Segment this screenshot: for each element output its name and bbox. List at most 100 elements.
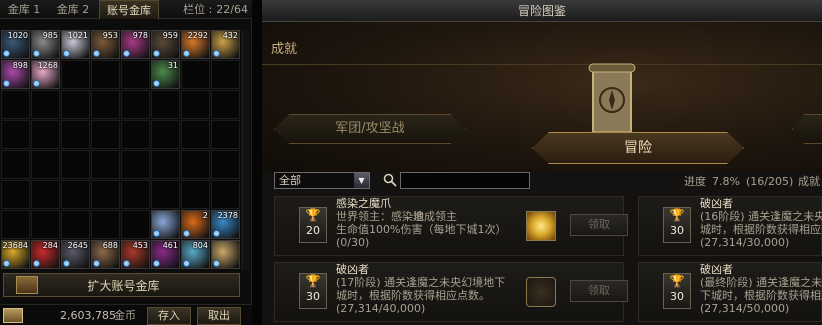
chevron-down-icon[interactable]: ▼ xyxy=(354,173,369,188)
claim-button[interactable]: 领取 xyxy=(570,280,628,302)
adventure-codex-window: 冒险图鉴 成就 军团/攻坚战 冒险 全部 ▼ 进度 7.8% (16/205) 成就… xyxy=(262,0,822,325)
storage-item[interactable]: 804 xyxy=(181,240,210,269)
deposit-button[interactable]: 存入 xyxy=(147,307,191,325)
achievement-desc-b: 造成领主 xyxy=(413,210,457,223)
storage-slot[interactable] xyxy=(151,150,180,179)
storage-item[interactable]: 453 xyxy=(121,240,150,269)
storage-slot[interactable] xyxy=(1,180,30,209)
storage-slot[interactable] xyxy=(91,90,120,119)
storage-item[interactable]: 898 xyxy=(1,60,30,89)
storage-slot[interactable] xyxy=(31,180,60,209)
storage-item[interactable]: 985 xyxy=(31,30,60,59)
storage-slot[interactable] xyxy=(91,180,120,209)
storage-item[interactable]: 1268 xyxy=(31,60,60,89)
achievement-progress: (27,314/30,000) xyxy=(700,236,790,249)
bind-lock-icon xyxy=(183,230,190,237)
storage-scrollbar[interactable] xyxy=(242,30,250,270)
tab-storage-1[interactable]: 金库 1 xyxy=(2,0,46,19)
storage-slot[interactable] xyxy=(61,210,90,239)
achievement-desc-line1: (16阶段) 通关逢魔之未央幻 xyxy=(700,210,822,223)
storage-slot[interactable] xyxy=(181,180,210,209)
storage-slot[interactable] xyxy=(151,180,180,209)
storage-slot[interactable] xyxy=(1,210,30,239)
reward-item-icon[interactable] xyxy=(526,211,556,241)
storage-item[interactable]: 432 xyxy=(211,30,240,59)
storage-item[interactable]: 1021 xyxy=(61,30,90,59)
storage-item[interactable] xyxy=(151,210,180,239)
storage-slot[interactable] xyxy=(211,60,240,89)
storage-slot[interactable] xyxy=(61,180,90,209)
storage-slot[interactable] xyxy=(1,90,30,119)
item-count: 284 xyxy=(42,241,58,250)
category-select[interactable]: 全部 ▼ xyxy=(274,172,370,189)
storage-slot[interactable] xyxy=(151,120,180,149)
storage-item[interactable]: 953 xyxy=(91,30,120,59)
tab-adventure[interactable]: 冒险 xyxy=(532,132,744,164)
storage-slot[interactable] xyxy=(121,120,150,149)
storage-item[interactable]: 284 xyxy=(31,240,60,269)
achievement-card: 🏆 30 破凶者 (最终阶段) 通关逢魔之未央 下城时，根据阶数获得相应 (27… xyxy=(638,262,822,322)
storage-item[interactable]: 1020 xyxy=(1,30,30,59)
achievement-desc-line2: 城时，根据阶数获得相应点数。 xyxy=(336,289,490,302)
gold-bar: 2,603,785 金币 存入 取出 xyxy=(0,304,252,325)
storage-slot[interactable] xyxy=(31,150,60,179)
storage-slot[interactable] xyxy=(121,150,150,179)
storage-slot[interactable] xyxy=(121,60,150,89)
storage-slot[interactable] xyxy=(121,210,150,239)
slot-counter-label: 栏位 : xyxy=(183,3,213,16)
storage-slot[interactable] xyxy=(31,90,60,119)
storage-slot[interactable] xyxy=(151,90,180,119)
storage-slot[interactable] xyxy=(91,210,120,239)
item-count: 2292 xyxy=(187,31,208,40)
storage-item[interactable]: 2 xyxy=(181,210,210,239)
item-count: 461 xyxy=(162,241,178,250)
bind-lock-icon xyxy=(123,260,130,267)
storage-slot[interactable] xyxy=(181,120,210,149)
storage-slot[interactable] xyxy=(61,150,90,179)
storage-item[interactable]: 2378 xyxy=(211,210,240,239)
bind-lock-icon xyxy=(33,80,40,87)
storage-item[interactable]: 688 xyxy=(91,240,120,269)
item-count: 1020 xyxy=(7,31,28,40)
search-input[interactable] xyxy=(400,172,530,189)
tab-next[interactable] xyxy=(792,114,822,144)
storage-slot[interactable] xyxy=(211,90,240,119)
storage-slot[interactable] xyxy=(211,180,240,209)
reward-item-icon[interactable] xyxy=(526,277,556,307)
storage-slot[interactable] xyxy=(31,120,60,149)
storage-slot[interactable] xyxy=(1,150,30,179)
tab-guild-siege[interactable]: 军团/攻坚战 xyxy=(274,114,466,144)
section-divider xyxy=(262,64,822,65)
storage-item[interactable]: 461 xyxy=(151,240,180,269)
storage-slot[interactable] xyxy=(61,90,90,119)
storage-slot[interactable] xyxy=(181,60,210,89)
storage-item[interactable]: 2645 xyxy=(61,240,90,269)
storage-slot[interactable] xyxy=(181,90,210,119)
storage-slot[interactable] xyxy=(91,120,120,149)
storage-item[interactable]: 31 xyxy=(151,60,180,89)
storage-slot[interactable] xyxy=(1,120,30,149)
tab-storage-2[interactable]: 金库 2 xyxy=(50,0,96,19)
storage-item[interactable]: 23684 xyxy=(1,240,30,269)
tab-account-storage[interactable]: 账号金库 xyxy=(99,0,159,19)
scroll-compass-icon xyxy=(588,63,636,141)
storage-slot[interactable] xyxy=(91,150,120,179)
storage-slot[interactable] xyxy=(91,60,120,89)
storage-slot[interactable] xyxy=(61,60,90,89)
withdraw-button[interactable]: 取出 xyxy=(197,307,241,325)
storage-item[interactable]: 2292 xyxy=(181,30,210,59)
storage-slot[interactable] xyxy=(31,210,60,239)
expand-storage-button[interactable]: 扩大账号金库 xyxy=(3,273,240,297)
storage-item[interactable]: 959 xyxy=(151,30,180,59)
claim-button[interactable]: 领取 xyxy=(570,214,628,236)
item-count: 953 xyxy=(102,31,118,40)
storage-slot[interactable] xyxy=(61,120,90,149)
storage-slot[interactable] xyxy=(181,150,210,179)
trophy-badge: 🏆 20 xyxy=(299,207,327,243)
storage-slot[interactable] xyxy=(121,90,150,119)
storage-item[interactable]: 978 xyxy=(121,30,150,59)
storage-slot[interactable] xyxy=(211,120,240,149)
storage-slot[interactable] xyxy=(121,180,150,209)
storage-item[interactable] xyxy=(211,240,240,269)
storage-slot[interactable] xyxy=(211,150,240,179)
